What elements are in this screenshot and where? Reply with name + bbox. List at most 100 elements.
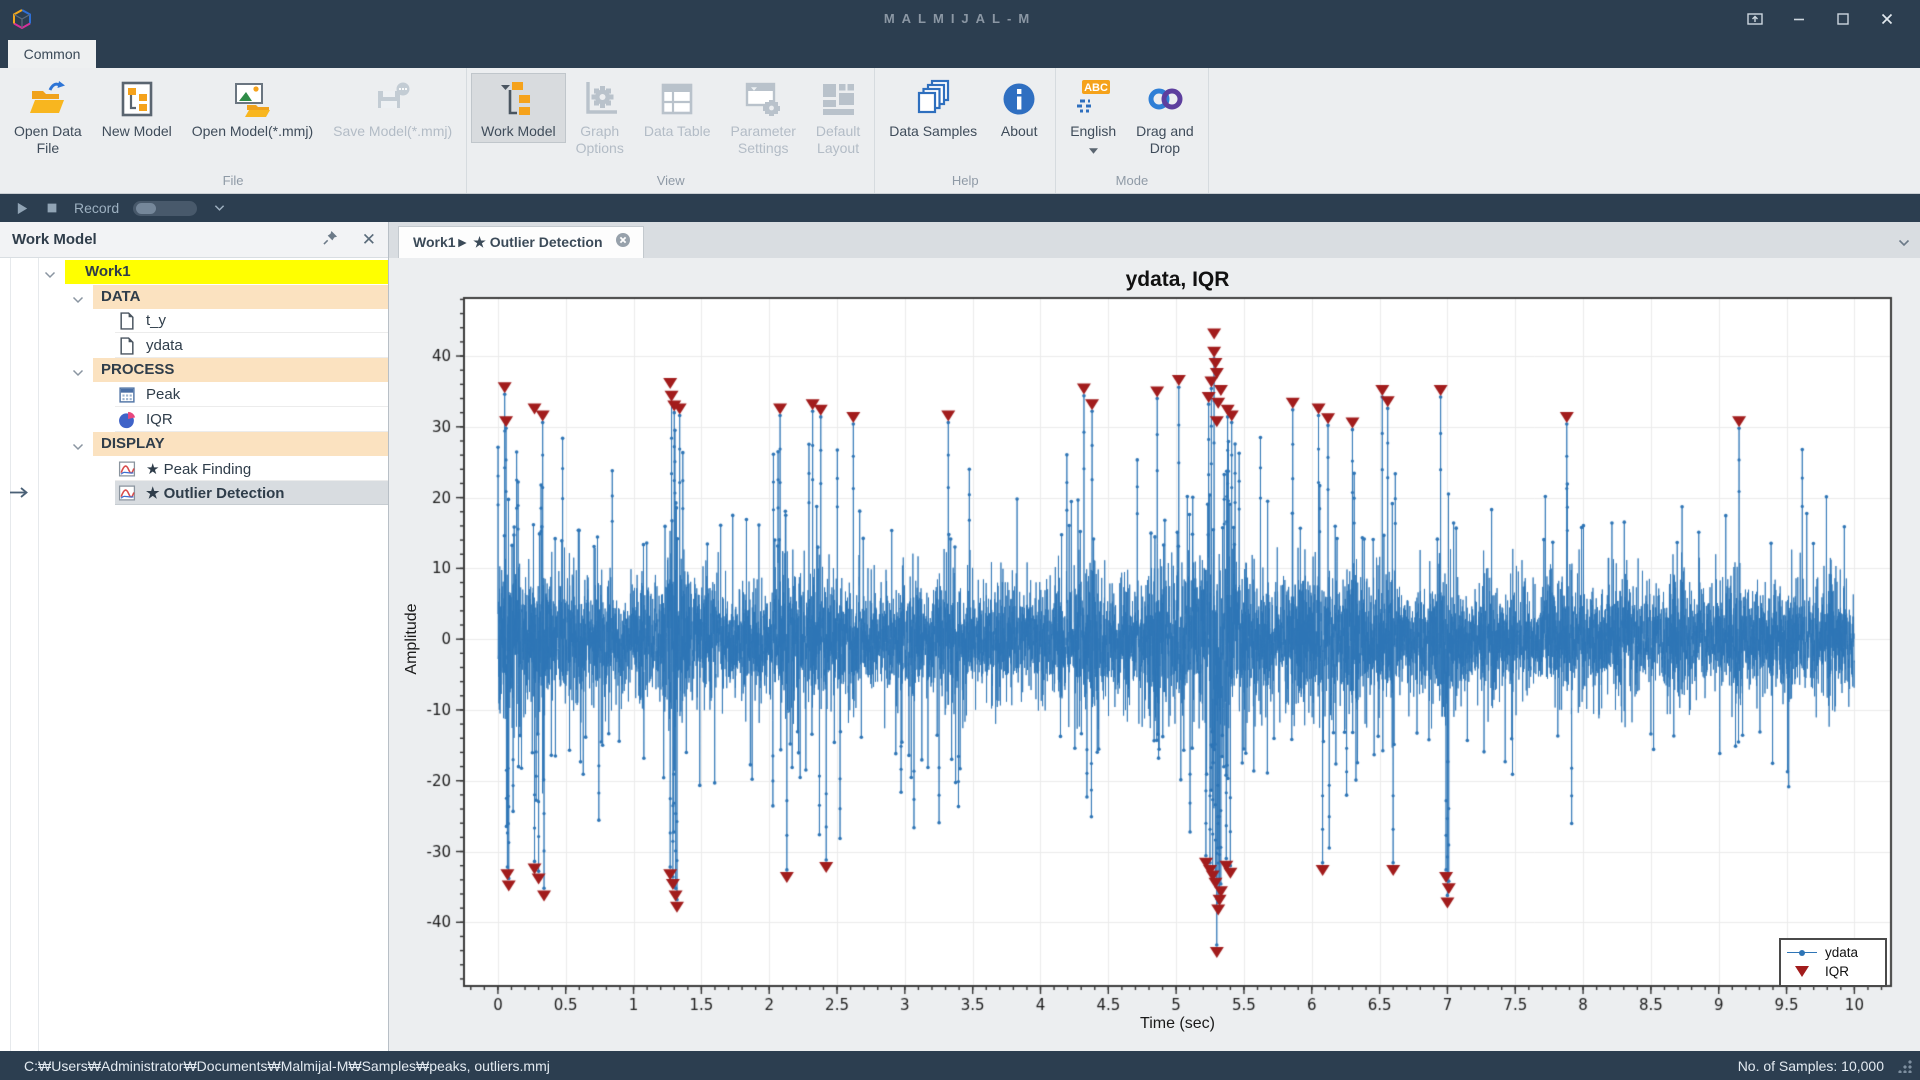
document-tab-label: Work1► ★ Outlier Detection [413,234,603,251]
data-table-icon [657,79,697,119]
tree-item-label: Peak [146,386,180,403]
ribbon-button-open-model[interactable]: Open Model(*.mmj) [182,73,323,143]
window-controls [1744,8,1920,30]
line-dot-swatch-icon [1787,952,1817,953]
chart-legend: ydata IQR [1779,938,1887,987]
ribbon-button-label: Open Data File [14,123,82,157]
tree-item-data[interactable]: DATA [0,285,388,310]
ribbon-button-data-table: Data Table [634,73,721,143]
panel-close-icon[interactable]: ✕ [362,231,376,248]
drag-and-drop-icon [1145,79,1185,119]
stop-icon[interactable] [44,200,60,216]
data-samples-icon [913,79,953,119]
chart-panel: ydata, IQR Time (sec) Amplitude ydata IQ… [389,258,1920,1051]
panel-title: Work Model [12,231,97,248]
open-data-file-icon [28,79,68,119]
ribbon-button-label: Data Samples [889,123,977,140]
file-path: C:₩Users₩Administrator₩Documents₩Malmija… [24,1058,550,1074]
tree-item-display[interactable]: DISPLAY [0,432,388,457]
tab-outlier-detection[interactable]: Work1► ★ Outlier Detection [398,226,644,258]
record-toggle[interactable] [133,201,197,216]
ribbon-button-work-model[interactable]: Work Model [471,73,565,143]
record-label: Record [74,200,119,216]
ribbon-group-label: View [471,170,870,193]
sample-count: No. of Samples: 10,000 [1738,1058,1884,1074]
legend-entry-ydata: ydata [1787,943,1879,962]
graph-options-icon [580,79,620,119]
tree-item-label: t_y [146,312,166,329]
chart-title: ydata, IQR [464,268,1891,292]
tree-item-label: Work1 [85,263,131,280]
resize-grip[interactable] [1898,1059,1912,1073]
ribbon-button-graph-options: Graph Options [566,73,634,160]
tree-item-t_y[interactable]: t_y [0,309,388,334]
ribbon-button-label: About [1001,123,1038,140]
ribbon-tab-row: Common [0,37,1920,68]
ribbon-group-file: Open Data File New Model Open Model(*.mm… [0,68,467,193]
doc-icon [118,337,136,355]
tree-item-iqr[interactable]: IQR [0,408,388,433]
about-icon [999,79,1039,119]
ribbon-button-label: Work Model [481,123,555,140]
tree-collapse-caret-icon[interactable] [72,291,84,308]
ribbon-button-new-model[interactable]: New Model [92,73,182,143]
tree-item-label: PROCESS [101,361,174,378]
parameter-settings-icon [743,79,783,119]
tree-collapse-caret-icon[interactable] [72,438,84,455]
save-model-icon [373,79,413,119]
status-bar: C:₩Users₩Administrator₩Documents₩Malmija… [0,1051,1920,1080]
work-model-panel: Work Model ✕ Work1 DATA t_yydata PROCESS Pe… [0,222,389,1051]
application-window: MALMIJAL-M Common Open Data File New Mod… [0,0,1920,1080]
tree-item-peak-finding[interactable]: ★ Peak Finding [0,457,388,482]
fullscreen-icon[interactable] [1744,8,1766,30]
work-model-tree: Work1DATAt_yydataPROCESS PeakIQRDISPLAY … [0,258,388,1051]
toggle-knob [136,203,156,214]
ribbon-button-label: Open Model(*.mmj) [192,123,313,140]
close-icon[interactable] [1876,8,1898,30]
tree-item-work1[interactable]: Work1 [0,260,388,285]
ribbon-button-save-model: Save Model(*.mmj) [323,73,462,143]
ribbon-group-view: Work Model Graph Options Data Table Para… [467,68,875,193]
tree-collapse-caret-icon[interactable] [44,266,56,283]
document-tab-bar: Work1► ★ Outlier Detection [389,222,1920,258]
ribbon-button-english[interactable]: ABC English [1060,73,1126,162]
tab-close-icon[interactable] [615,232,631,253]
ribbon-button-default-layout: Default Layout [806,73,870,160]
ribbon-button-about[interactable]: About [987,73,1051,143]
tree-item-peak[interactable]: Peak [0,383,388,408]
tree-item-label: ydata [146,337,183,354]
tree-collapse-caret-icon[interactable] [72,364,84,381]
doc-icon [118,312,136,330]
svg-text:ABC: ABC [1084,82,1108,94]
dropdown-caret-icon [1089,141,1098,159]
tree-item-label: DATA [101,288,140,305]
ribbon-button-open-data-file[interactable]: Open Data File [4,73,92,160]
maximize-icon[interactable] [1832,8,1854,30]
document-area: Work1► ★ Outlier Detection ydata, IQR Ti… [389,222,1920,1051]
play-icon[interactable] [14,200,30,216]
new-model-icon [117,79,157,119]
tab-list-caret-icon[interactable] [1898,234,1910,252]
tree-item-outlier-detection[interactable]: ★ Outlier Detection [0,481,388,506]
tree-item-label: DISPLAY [101,435,165,452]
tab-common[interactable]: Common [8,40,96,68]
x-axis-label: Time (sec) [464,1015,1891,1033]
ribbon-button-drag-and-drop[interactable]: Drag and Drop [1126,73,1204,160]
open-model-icon [232,79,272,119]
minimize-icon[interactable] [1788,8,1810,30]
chart-icon [118,484,136,502]
pin-icon[interactable] [323,230,338,250]
tree-item-process[interactable]: PROCESS [0,358,388,383]
tree-item-label: ★ Outlier Detection [146,484,284,502]
default-layout-icon [818,79,858,119]
ribbon-button-data-samples[interactable]: Data Samples [879,73,987,143]
tree-item-ydata[interactable]: ydata [0,334,388,359]
record-toolbar: Record [0,194,1920,222]
ribbon-button-label: Default Layout [816,123,860,157]
tree-item-label: ★ Peak Finding [146,460,251,478]
ribbon-group-help: Data SamplesAboutHelp [875,68,1056,193]
dropdown-caret-icon[interactable] [211,200,227,216]
ribbon-button-parameter-settings: Parameter Settings [721,73,806,160]
work-model-panel-header: Work Model ✕ [0,222,388,258]
ribbon-button-label: English [1070,123,1116,140]
